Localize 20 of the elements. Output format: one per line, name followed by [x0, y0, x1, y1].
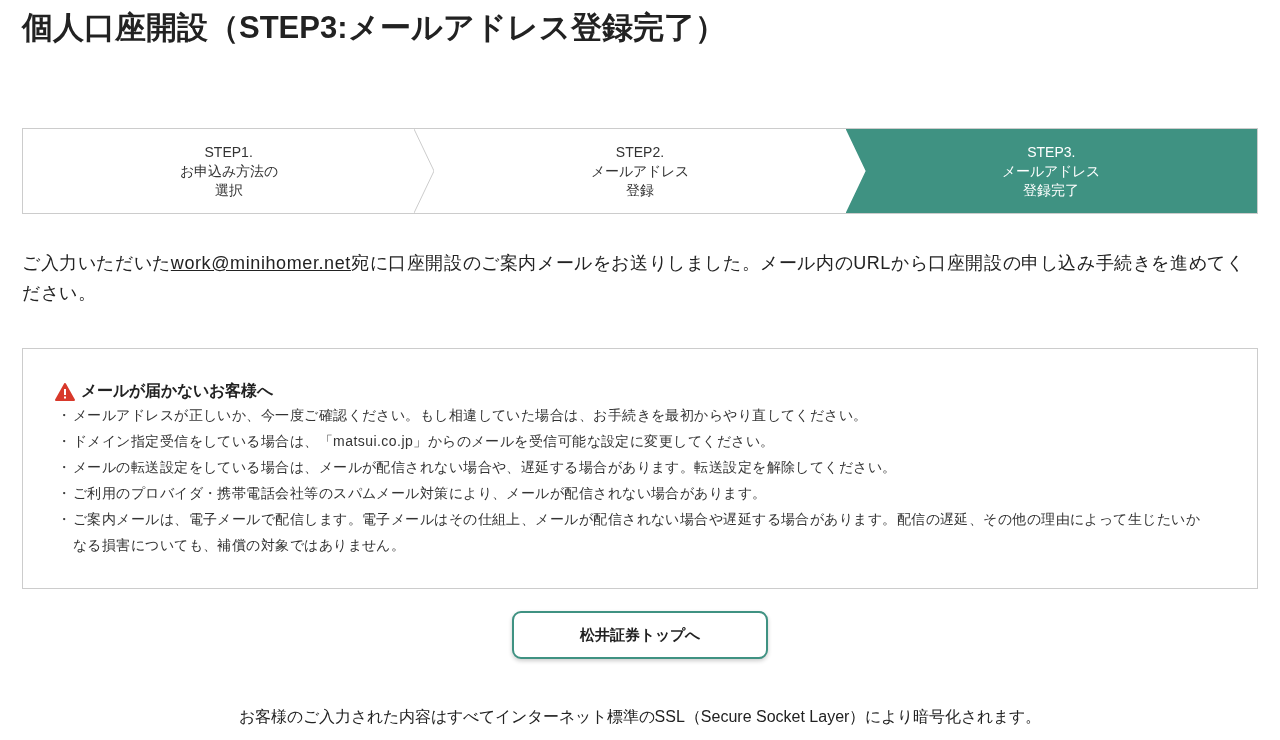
bullet: ・ — [55, 458, 73, 477]
notice-text: ご案内メールは、電子メールで配信します。電子メールはその仕組上、メールが配信されない場合や遅延する場合があります。配信の遅延、その他の理由によって生じたいかなる損害についても、補償の対象ではありません。 — [73, 510, 1202, 555]
bullet: ・ — [55, 406, 73, 425]
notice-title: メールが届かないお客様へ — [81, 381, 273, 402]
bullet: ・ — [55, 484, 73, 503]
step-indicator: STEP3. メールアドレス 登録完了 — [845, 129, 1257, 213]
warning-icon — [55, 382, 75, 401]
top-page-button[interactable]: 松井証券トップへ — [512, 611, 768, 659]
notice-text: メールの転送設定をしている場合は、メールが配信されない場合や、遅延する場合があります。転送設定を解除してください。 — [73, 458, 897, 477]
step-indicator: STEP2. メールアドレス 登録 — [590, 142, 690, 200]
notice-text: ドメイン指定受信をしている場合は、「matsui.co.jp」からのメールを受信可能な設定に変更してください。 — [73, 432, 775, 451]
page-title: 個人口座開設（STEP3:メールアドレス登録完了） — [22, 9, 726, 47]
ssl-note: お客様のご入力された内容はすべてインターネット標準のSSL（Secure Socket Layer）により暗号化されます。 — [238, 707, 1042, 727]
bullet: ・ — [55, 432, 73, 451]
email-link[interactable]: work@minihomer.net — [170, 253, 351, 273]
step-indicator: STEP1. お申込み方法の 選択 — [23, 129, 435, 213]
confirmation-message: ご入力いただいたwork@minihomer.net宛に口座開設のご案内メールをお送りしました。メール内のURLから口座開設の申し込み手続きを進めてください。 — [22, 252, 1246, 305]
notice-text: ご利用のプロバイダ・携帯電話会社等のスパムメール対策により、メールが配信されない場合があります。 — [73, 484, 767, 503]
bullet: ・ — [55, 510, 73, 529]
notice-text: メールアドレスが正しいか、今一度ご確認ください。もし相違していた場合は、お手続きを最初からやり直してください。 — [73, 406, 868, 425]
